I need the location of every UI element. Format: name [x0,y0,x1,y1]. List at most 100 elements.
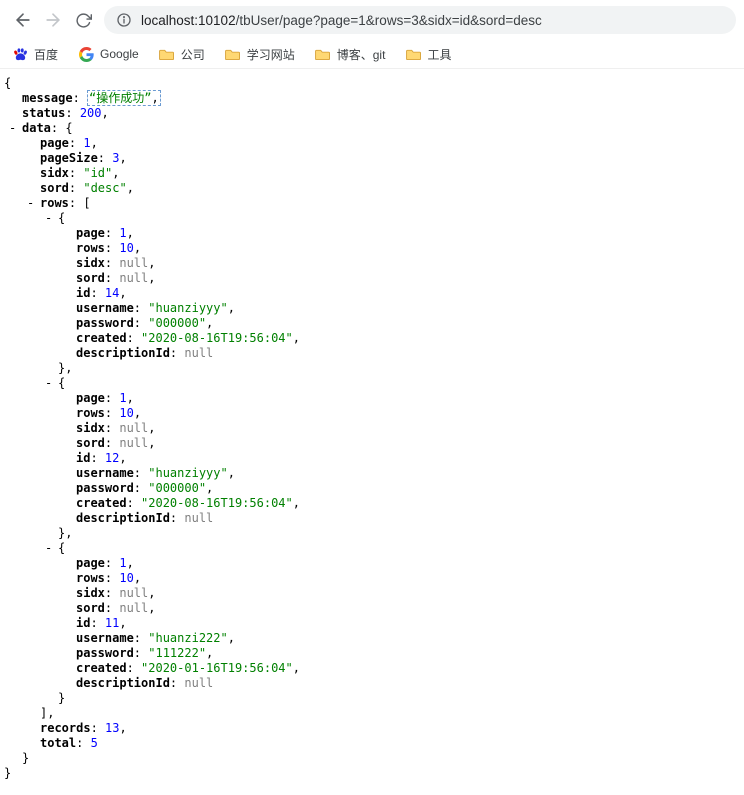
json-punct: : [134,631,148,645]
bookmark-folder-tools[interactable]: 工具 [405,46,451,63]
json-null: null [119,601,148,615]
json-key: sord [40,181,69,195]
collapse-toggle[interactable]: - [9,121,22,136]
json-punct: : [90,616,104,630]
json-punct: , [293,496,300,510]
json-string: "2020-01-16T19:56:04" [141,661,293,675]
bookmark-folder-blog-git[interactable]: 博客、git [315,46,386,63]
json-line: records: 13, [0,721,744,736]
json-punct: : [105,226,119,240]
json-punct: , [119,721,126,735]
collapse-toggle[interactable]: - [45,376,58,391]
json-punct: : [90,286,104,300]
json-line: total: 5 [0,736,744,751]
reload-button[interactable] [68,5,98,35]
json-punct: , [206,646,213,660]
json-line: password: "111222", [0,646,744,661]
json-line: sidx: null, [0,256,744,271]
json-string: "2020-08-16T19:56:04" [141,496,293,510]
site-info-icon[interactable] [116,12,132,28]
json-punct: : [69,136,83,150]
json-line: sidx: "id", [0,166,744,181]
json-number: 10 [119,571,133,585]
collapse-toggle[interactable]: - [45,211,58,226]
json-punct: : [91,721,105,735]
json-punct: }, [58,526,72,540]
collapse-toggle[interactable]: - [45,541,58,556]
json-punct: , [91,136,98,150]
bookmark-item-baidu[interactable]: 百度 [12,46,58,63]
json-punct: , [134,571,141,585]
address-bar[interactable]: localhost:10102/tbUser/page?page=1&rows=… [104,6,736,34]
json-key: id [76,286,90,300]
json-punct: , [206,316,213,330]
json-punct: : [105,406,119,420]
json-key: sord [76,436,105,450]
json-punct: : [69,166,83,180]
json-punct: , [127,391,134,405]
json-string: "huanzi222" [148,631,227,645]
bookmark-label: 公司 [181,46,205,63]
forward-button[interactable] [38,5,68,35]
json-line: sidx: null, [0,586,744,601]
json-string: "huanziyyy" [148,301,227,315]
json-number: 10 [119,406,133,420]
json-line: password: "000000", [0,481,744,496]
json-key: descriptionId [76,676,170,690]
json-punct: : [69,181,83,195]
json-line: username: "huanziyyy", [0,301,744,316]
baidu-paw-icon [12,46,28,62]
json-string: "000000" [148,316,206,330]
json-line: username: "huanzi222", [0,631,744,646]
url-path: /tbUser/page?page=1&rows=3&sidx=id&sord=… [236,13,542,28]
json-line: descriptionId: null [0,676,744,691]
json-line: descriptionId: null [0,511,744,526]
json-null: null [119,271,148,285]
url-text: localhost:10102/tbUser/page?page=1&rows=… [141,13,542,28]
json-line: id: 14, [0,286,744,301]
back-arrow-icon [13,10,33,30]
json-line: username: "huanziyyy", [0,466,744,481]
json-key: created [76,496,127,510]
json-string: "111222" [148,646,206,660]
json-key: username [76,631,134,645]
json-line: page: 1, [0,226,744,241]
json-punct: , [127,181,134,195]
bookmark-folder-company[interactable]: 公司 [159,46,205,63]
json-line: page: 1, [0,391,744,406]
json-key: created [76,331,127,345]
json-punct: , [148,436,155,450]
json-punct: , [148,421,155,435]
back-button[interactable] [8,5,38,35]
json-null: null [119,586,148,600]
json-string: "desc" [83,181,126,195]
json-line: -{ [0,541,744,556]
json-line: } [0,751,744,766]
json-punct: : [105,556,119,570]
json-key: status [22,106,65,120]
json-key: descriptionId [76,346,170,360]
json-key: username [76,301,134,315]
json-key: descriptionId [76,511,170,525]
json-key: sord [76,601,105,615]
bookmark-item-google[interactable]: Google [78,46,139,62]
bookmark-label: 博客、git [337,46,386,63]
json-punct: : [127,661,141,675]
json-line: -data: { [0,121,744,136]
json-null: null [184,346,213,360]
bookmark-folder-study[interactable]: 学习网站 [225,46,295,63]
json-punct: , [134,406,141,420]
google-g-icon [78,46,94,62]
json-line: sord: null, [0,271,744,286]
json-line: ], [0,706,744,721]
json-line: } [0,691,744,706]
json-punct: , [228,631,235,645]
json-punct: : [105,436,119,450]
json-punct: , [119,451,126,465]
json-line: sord: null, [0,601,744,616]
json-punct: : [127,496,141,510]
json-string: "2020-08-16T19:56:04" [141,331,293,345]
json-viewer: {message: “操作成功”,status: 200,-data: {pag… [0,76,744,781]
json-key: rows [76,571,105,585]
collapse-toggle[interactable]: - [27,196,40,211]
